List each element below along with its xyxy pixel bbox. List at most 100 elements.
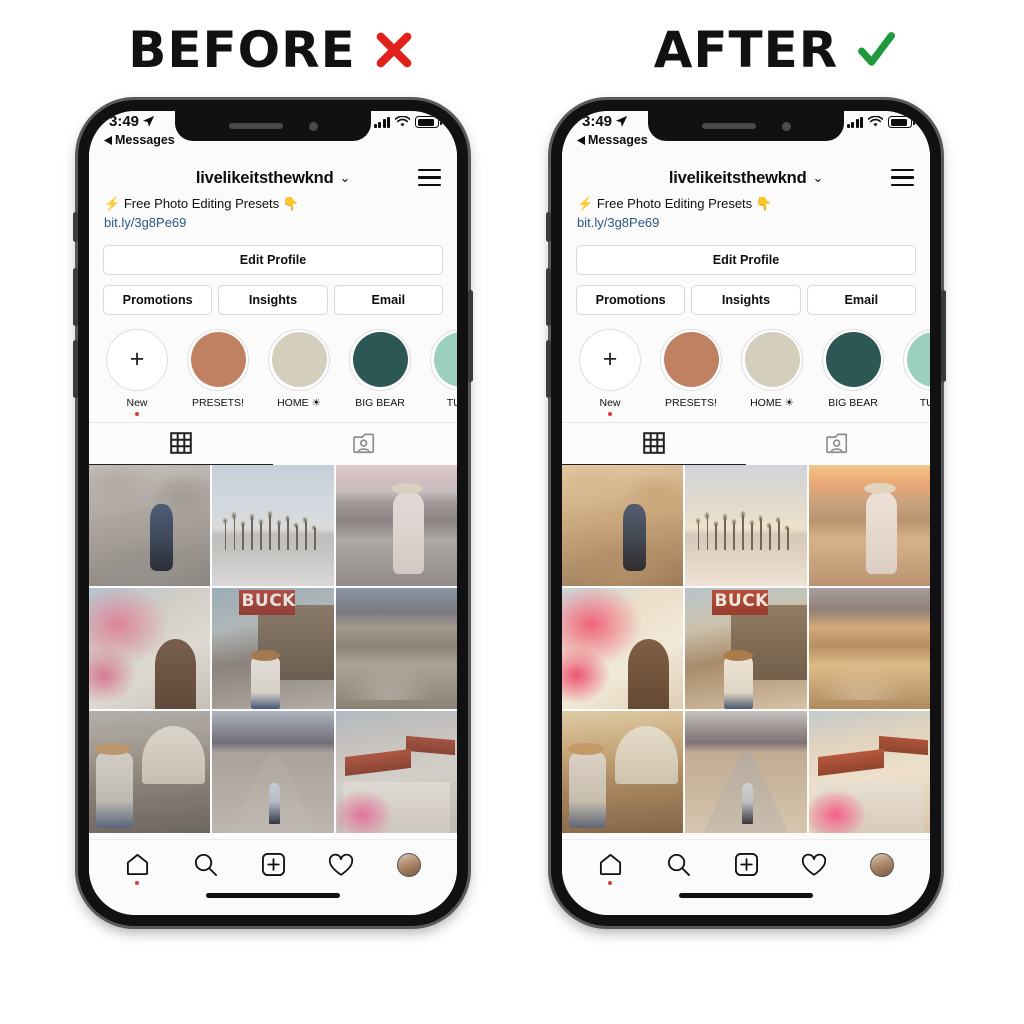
insights-button[interactable]: Insights — [218, 284, 328, 315]
grid-photo[interactable] — [562, 464, 684, 587]
highlight-tune[interactable]: TUNE — [429, 328, 457, 416]
hamburger-menu-icon[interactable] — [891, 169, 914, 186]
mute-switch[interactable] — [73, 212, 78, 242]
edit-profile-button[interactable]: Edit Profile — [576, 244, 916, 275]
tagged-tab[interactable] — [746, 423, 930, 465]
grid-photo[interactable]: BUCK — [212, 588, 334, 710]
edit-profile-row: Edit Profile — [89, 232, 457, 275]
highlight-presets-circle — [187, 328, 249, 391]
plus-icon: + — [129, 345, 145, 374]
highlight-presets[interactable]: PRESETS! — [186, 328, 250, 416]
grid-photo[interactable] — [562, 588, 684, 710]
grid-photo[interactable] — [685, 711, 807, 833]
wifi-icon — [868, 116, 883, 127]
bolt-emoji: ⚡ — [104, 196, 121, 211]
highlight-label: BIG BEAR — [828, 396, 878, 409]
grid-photo[interactable] — [808, 588, 930, 710]
highlight-home[interactable]: HOME ☀ — [267, 328, 331, 416]
highlight-cover — [352, 332, 408, 388]
grid-photo[interactable] — [808, 711, 930, 833]
highlight-label: TUNE — [919, 396, 930, 409]
grid-photo[interactable] — [685, 464, 807, 587]
point-down-emoji: 👇 — [282, 196, 299, 211]
volume-down-button[interactable] — [546, 340, 551, 398]
bottom-nav — [562, 839, 930, 889]
power-button[interactable] — [941, 290, 946, 382]
volume-up-button[interactable] — [73, 268, 78, 326]
photo-grid: BUCK — [562, 464, 930, 839]
highlight-tune-circle — [430, 328, 457, 391]
grid-photo[interactable]: BUCK — [685, 588, 807, 710]
tagged-tab[interactable] — [273, 423, 457, 465]
home-indicator-bar[interactable] — [679, 893, 813, 898]
grid-photo[interactable] — [335, 588, 457, 710]
nav-likes[interactable] — [321, 848, 361, 882]
highlight-new[interactable]: + New — [105, 328, 169, 416]
back-to-messages[interactable]: Messages — [104, 133, 175, 147]
bio-link[interactable]: bit.ly/3g8Pe69 — [576, 214, 916, 233]
volume-down-button[interactable] — [73, 340, 78, 398]
bio-link[interactable]: bit.ly/3g8Pe69 — [103, 214, 443, 233]
grid-photo[interactable] — [89, 464, 211, 587]
nav-home[interactable] — [117, 848, 157, 885]
nav-home[interactable] — [590, 848, 630, 885]
highlight-new-circle: + — [579, 328, 641, 391]
volume-up-button[interactable] — [546, 268, 551, 326]
highlight-new[interactable]: + New — [578, 328, 642, 416]
status-time-group: 3:49 — [582, 113, 628, 130]
grid-photo[interactable] — [335, 711, 457, 833]
nav-search[interactable] — [658, 848, 698, 882]
highlight-label: HOME ☀ — [750, 396, 794, 409]
grid-tab[interactable] — [562, 423, 746, 465]
nav-profile[interactable] — [389, 848, 429, 882]
location-arrow-icon — [615, 115, 628, 127]
location-arrow-icon — [142, 115, 155, 127]
grid-photo[interactable] — [89, 711, 211, 833]
mute-switch[interactable] — [546, 212, 551, 242]
after-label: AFTER — [653, 21, 839, 79]
edit-profile-button[interactable]: Edit Profile — [103, 244, 443, 275]
username-button[interactable]: livelikeitsthewknd ⌄ — [669, 169, 824, 188]
nav-add-post[interactable] — [726, 848, 766, 882]
username-button[interactable]: livelikeitsthewknd ⌄ — [196, 169, 351, 188]
story-highlights[interactable]: + New PRESETS! HOME ☀ BIG BEAR TU — [89, 314, 457, 422]
front-camera — [781, 121, 791, 131]
story-highlights[interactable]: + New PRESETS! HOME ☀ BIG BEAR TU — [562, 314, 930, 422]
chevron-down-icon: ⌄ — [812, 170, 824, 185]
comparison-stage: BEFORE AFTER 3:49 Messages livelikeitsth… — [0, 0, 1024, 1024]
bio-text: Free Photo Editing Presets — [123, 196, 280, 211]
grid-photo[interactable] — [808, 464, 930, 587]
grid-photo[interactable] — [212, 464, 334, 587]
highlight-presets-circle — [660, 328, 722, 391]
highlight-home[interactable]: HOME ☀ — [740, 328, 804, 416]
highlight-bigbear[interactable]: BIG BEAR — [348, 328, 412, 416]
highlight-label: PRESETS! — [665, 396, 717, 409]
promotions-button[interactable]: Promotions — [103, 284, 213, 315]
nav-likes[interactable] — [794, 848, 834, 882]
front-camera — [308, 121, 318, 131]
nav-search[interactable] — [185, 848, 225, 882]
email-button[interactable]: Email — [333, 284, 443, 315]
avatar — [870, 852, 894, 877]
highlight-tune[interactable]: TUNE — [902, 328, 930, 416]
hamburger-menu-icon[interactable] — [418, 169, 441, 186]
notch — [175, 111, 371, 141]
highlight-bigbear[interactable]: BIG BEAR — [821, 328, 885, 416]
grid-photo[interactable] — [89, 588, 211, 710]
grid-photo[interactable] — [212, 711, 334, 833]
chevron-down-icon: ⌄ — [339, 170, 351, 185]
highlight-cover — [744, 332, 800, 388]
power-button[interactable] — [468, 290, 473, 382]
insights-button[interactable]: Insights — [691, 284, 801, 315]
nav-profile[interactable] — [862, 848, 902, 882]
grid-photo[interactable] — [562, 711, 684, 833]
grid-photo[interactable] — [335, 464, 457, 587]
promotions-button[interactable]: Promotions — [576, 284, 686, 315]
highlight-presets[interactable]: PRESETS! — [659, 328, 723, 416]
heart-icon — [801, 853, 827, 876]
email-button[interactable]: Email — [806, 284, 916, 315]
home-indicator-bar[interactable] — [206, 893, 340, 898]
grid-tab[interactable] — [89, 423, 273, 465]
nav-add-post[interactable] — [253, 848, 293, 882]
back-to-messages[interactable]: Messages — [577, 133, 648, 147]
